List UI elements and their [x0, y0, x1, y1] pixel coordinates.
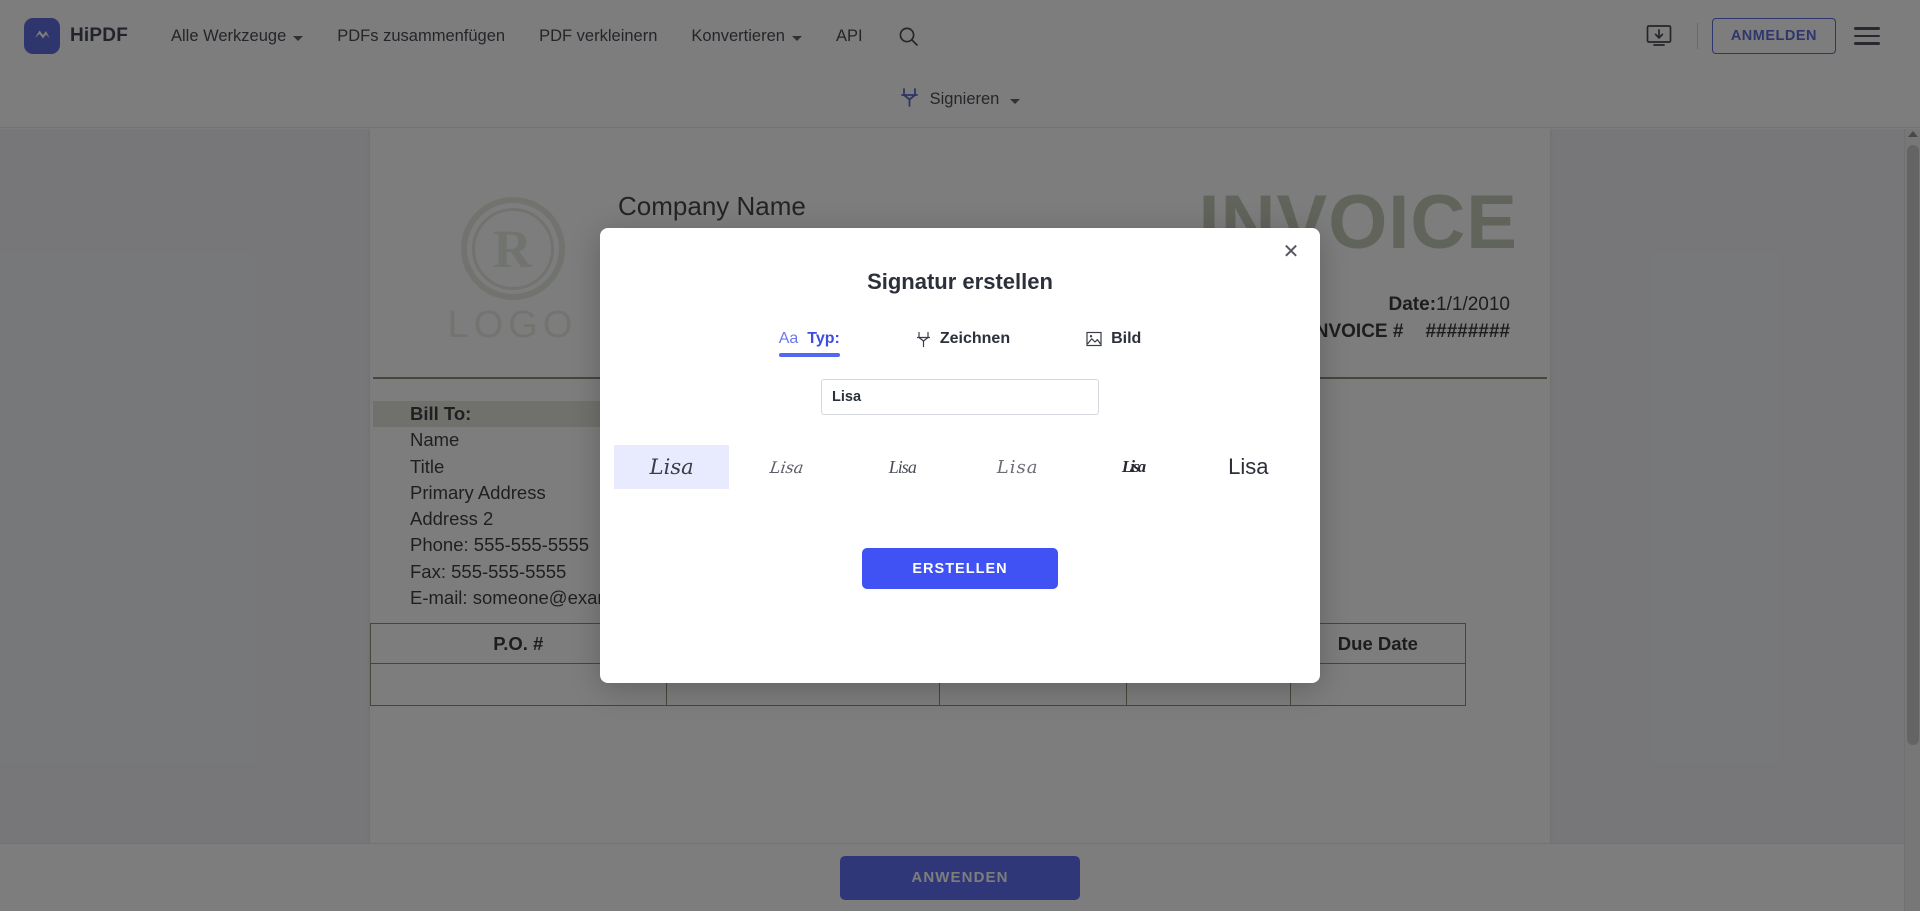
- signature-style-option[interactable]: Lisa: [1191, 445, 1306, 489]
- signature-style-option[interactable]: Lisa: [960, 445, 1075, 489]
- signature-style-preview: Lisa: [768, 457, 806, 477]
- signature-style-option[interactable]: Lisa: [845, 445, 960, 489]
- modal-footer: ERSTELLEN: [600, 548, 1320, 589]
- tab-label: Zeichnen: [939, 330, 1011, 347]
- modal-title: Signatur erstellen: [867, 269, 1053, 294]
- tab-bild[interactable]: Bild: [1086, 330, 1141, 357]
- tab-label: Bild: [1111, 330, 1142, 347]
- close-icon[interactable]: ✕: [1278, 239, 1304, 265]
- signature-style-preview: Lisa: [649, 455, 694, 479]
- tab-label: Typ:: [807, 330, 840, 347]
- signature-style-preview: Lisa: [888, 456, 917, 477]
- signature-style-preview: Lisa: [1228, 454, 1269, 479]
- signature-style-option[interactable]: Lisa: [1075, 445, 1190, 489]
- signature-input-wrapper: [600, 379, 1320, 415]
- signature-style-option[interactable]: Lisa: [729, 445, 844, 489]
- signature-style-preview: Lisa: [1121, 457, 1146, 476]
- pen-icon: [916, 331, 931, 348]
- create-signature-button[interactable]: ERSTELLEN: [862, 548, 1058, 589]
- signature-style-options: Lisa Lisa Lisa Lisa Lisa Lisa: [600, 445, 1320, 489]
- signature-mode-tabs: Aa Typ: Zeichnen Bild: [600, 330, 1320, 357]
- app-root: HiPDF Alle Werkzeuge PDFs zusammenfügen …: [0, 0, 1920, 911]
- signature-style-option[interactable]: Lisa: [614, 445, 730, 489]
- tab-typ[interactable]: Aa Typ:: [778, 330, 841, 357]
- image-icon: [1086, 331, 1102, 347]
- signature-style-preview: Lisa: [996, 456, 1039, 478]
- aa-text-icon: Aa: [778, 330, 799, 347]
- create-signature-modal: ✕ Signatur erstellen Aa Typ: Zeichnen Bi…: [600, 228, 1320, 683]
- signature-name-input[interactable]: [821, 379, 1099, 415]
- tab-zeichnen[interactable]: Zeichnen: [916, 330, 1010, 357]
